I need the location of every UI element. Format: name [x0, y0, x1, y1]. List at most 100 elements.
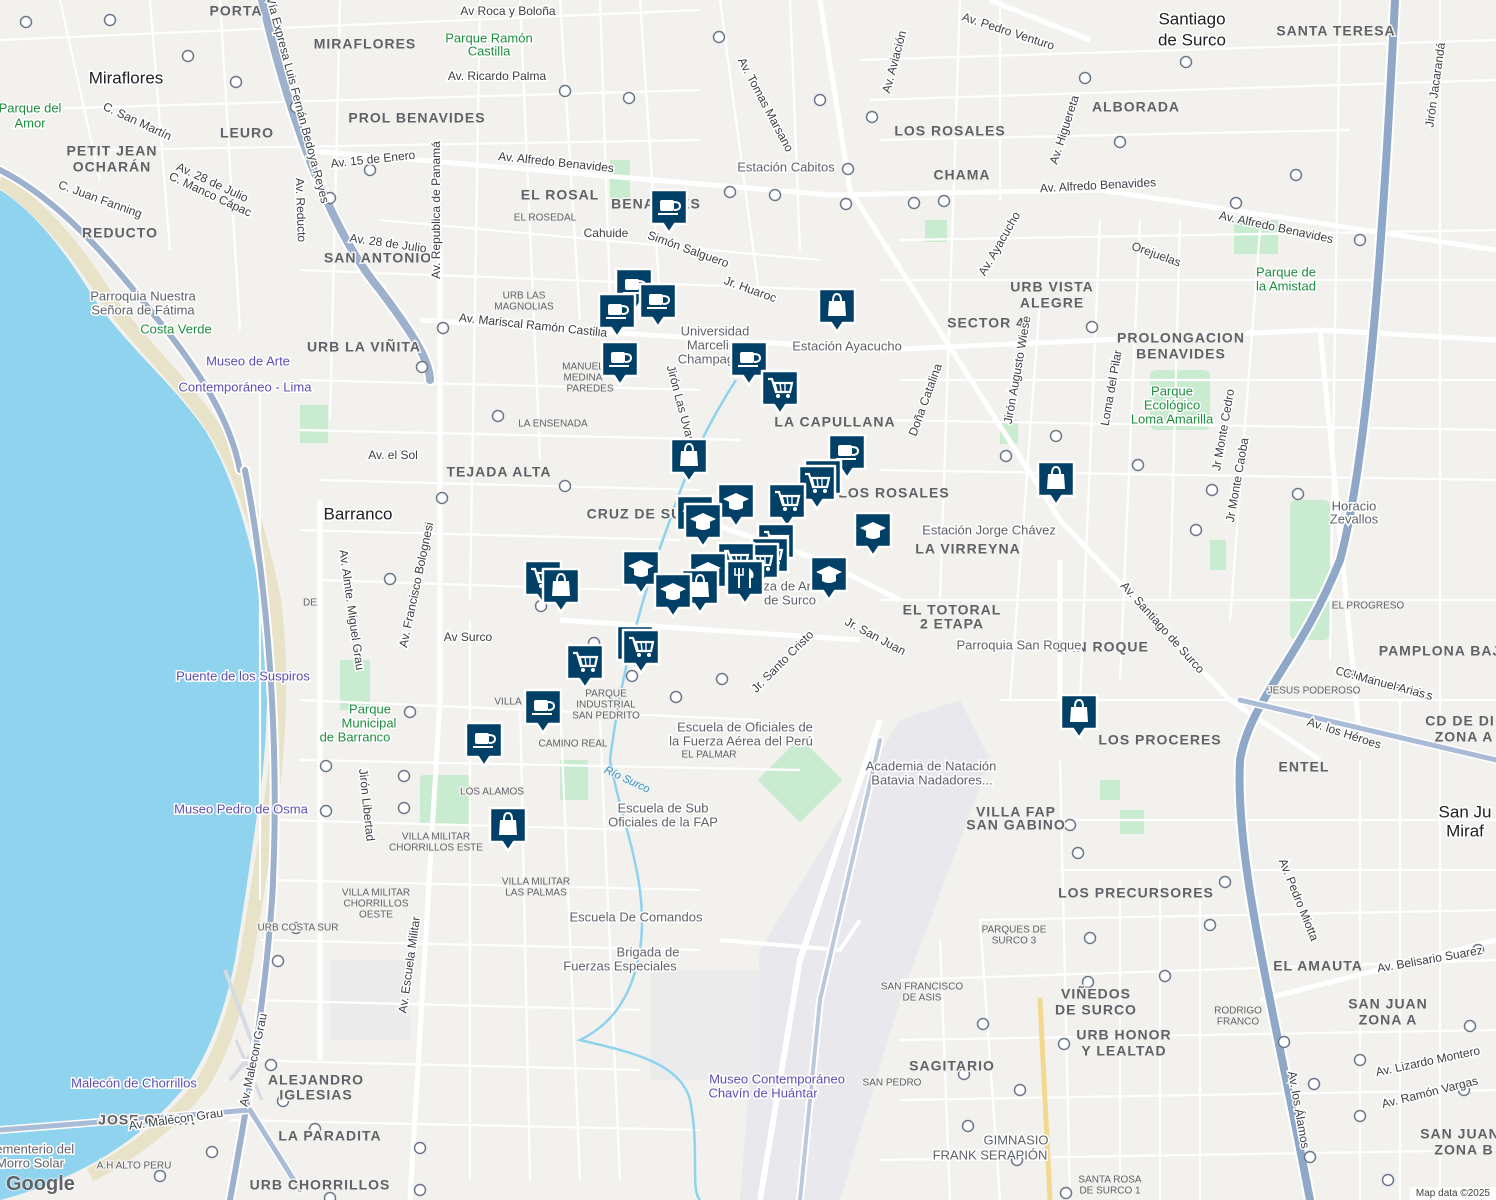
- area-label: URB COSTA SUR: [258, 923, 339, 934]
- poi-label: Estación Jorge Chávez: [922, 522, 1056, 537]
- bus-stop-icon: [413, 1141, 427, 1155]
- neighborhood-label: PORTA: [210, 3, 263, 19]
- neighborhood-label: ZONA B: [1434, 1142, 1493, 1158]
- bus-stop-icon: [271, 954, 285, 968]
- poi-label: Morro Solar: [0, 1155, 65, 1170]
- poi-label: Contemporáneo - Lima: [179, 379, 313, 394]
- poi-label: Museo de Arte: [206, 353, 290, 368]
- bus-stop-icon: [1063, 818, 1077, 832]
- neighborhood-label: PROL BENAVIDES: [348, 110, 485, 126]
- area-label: FRANCO: [1217, 1017, 1259, 1028]
- bus-stop-icon: [976, 1017, 990, 1031]
- bus-stop-icon: [937, 194, 951, 208]
- neighborhood-label: CD DE DI: [1425, 713, 1494, 729]
- bus-stop-icon: [1203, 918, 1217, 932]
- bus-stop-icon: [1085, 320, 1099, 334]
- area-label: LAS PALMAS: [505, 888, 567, 899]
- poi-label: FRANK SERAPIÓN: [933, 1147, 1048, 1162]
- neighborhood-label: LA PARADITA: [278, 1128, 381, 1144]
- area-label: VILLA: [494, 697, 522, 708]
- bus-stop-icon: [1013, 1083, 1027, 1097]
- bus-stop-icon: [1229, 196, 1243, 210]
- bus-stop-icon: [622, 91, 636, 105]
- street-label: Av. Ricardo Palma: [448, 69, 547, 83]
- area-label: VILLA MILITAR: [502, 877, 570, 888]
- map-canvas[interactable]: Miraflores Barranco Santiago de Surco San Ju…: [0, 0, 1496, 1200]
- bus-stop-icon: [1179, 55, 1193, 69]
- neighborhood-label: URB VISTA: [1010, 279, 1093, 295]
- area-label: EL PROGRESO: [1332, 601, 1405, 612]
- neighborhood-label: SANTA TERESA: [1276, 23, 1395, 39]
- area-label: PARQUE: [585, 689, 627, 700]
- bus-stop-icon: [323, 1191, 337, 1200]
- bus-stop-icon: [19, 15, 33, 29]
- area-label: SURCO 3: [992, 936, 1037, 947]
- area-label: JESUS PODEROSO: [1268, 686, 1361, 697]
- district-label: Miraflores: [89, 68, 164, 87]
- bus-stop-icon: [413, 1183, 427, 1197]
- area-label: RODRIGO: [1214, 1006, 1262, 1017]
- neighborhood-label: Y LEALTAD: [1081, 1043, 1166, 1059]
- neighborhood-label: URB LA VIÑITA: [307, 338, 421, 355]
- poi-label: Castilla: [468, 43, 511, 58]
- neighborhood-label: SAN JUAN: [1348, 996, 1428, 1012]
- poi-label: Universidad: [681, 323, 750, 338]
- bus-stop-icon: [436, 321, 450, 335]
- neighborhood-label: CHAMA: [933, 167, 990, 183]
- bus-stop-icon: [1307, 1077, 1321, 1091]
- neighborhood-label: ALEJANDRO: [268, 1072, 364, 1088]
- neighborhood-label: URB CHORRILLOS: [250, 1177, 391, 1193]
- poi-label: Batavia Nadadores...: [871, 772, 992, 787]
- poi-label: Ecológico: [1144, 397, 1200, 412]
- poi-label: Cementerio del: [0, 1141, 74, 1156]
- poi-label: Amor: [14, 115, 46, 130]
- district-label: Miraf: [1446, 821, 1484, 840]
- bus-stop-icon: [813, 93, 827, 107]
- bus-stop-icon: [1078, 71, 1092, 85]
- area-label: LOS ALAMOS: [460, 787, 524, 798]
- poi-label: Zevallos: [1330, 511, 1379, 526]
- neighborhood-label: IGLESIAS: [279, 1087, 352, 1103]
- area-label: A.H ALTO PERU: [97, 1161, 172, 1172]
- poi-label: Puente de los Suspiros: [176, 668, 310, 683]
- neighborhood-label: BENAVIDES: [1136, 346, 1226, 362]
- bus-stop-icon: [1381, 1173, 1395, 1187]
- bus-stop-icon: [712, 30, 726, 44]
- neighborhood-label: DE SURCO: [1055, 1002, 1137, 1018]
- bus-stop-icon: [1131, 458, 1145, 472]
- bus-stop-icon: [103, 13, 117, 27]
- bus-stop-icon: [558, 479, 572, 493]
- neighborhood-label: SAN JUAN: [1420, 1126, 1496, 1142]
- bus-stop-icon: [153, 1169, 167, 1183]
- bus-stop-icon: [319, 804, 333, 818]
- poi-label: Estación Ayacucho: [792, 338, 902, 353]
- poi-label: de Surco: [764, 592, 816, 607]
- neighborhood-label: PETIT JEAN: [67, 143, 158, 159]
- neighborhood-label: REDUCTO: [82, 225, 158, 241]
- area-label: SAN PEDRITO: [572, 711, 640, 722]
- neighborhood-label: ENTEL: [1279, 759, 1330, 775]
- poi-label: GIMNASIO: [983, 1132, 1048, 1147]
- area-label: CHORRILLOS: [343, 899, 408, 910]
- bus-stop-icon: [383, 572, 397, 586]
- poi-label: Malecón de Chorrillos: [71, 1075, 197, 1090]
- district-label: San Ju: [1439, 802, 1492, 821]
- street-label: Av Roca y Boloña: [460, 4, 555, 18]
- poi-label: Escuela de Oficiales de: [677, 719, 813, 734]
- area-label: PAREDES: [566, 384, 613, 395]
- bus-stop-icon: [1113, 135, 1127, 149]
- bus-stop-icon: [491, 409, 505, 423]
- poi-label: Parque: [1151, 383, 1193, 398]
- area-label: CAMINO REAL: [539, 739, 608, 750]
- area-label: EL PALMAR: [681, 750, 736, 761]
- neighborhood-label: LOS PROCERES: [1098, 732, 1221, 748]
- poi-label: Museo Contemporáneo: [709, 1071, 845, 1086]
- bus-stop-icon: [205, 1145, 219, 1159]
- bus-stop-icon: [1218, 875, 1232, 889]
- neighborhood-label: ALBORADA: [1092, 99, 1180, 115]
- area-label: VILLA MILITAR: [402, 832, 470, 843]
- neighborhood-label: MIRAFLORES: [314, 36, 417, 52]
- street-label: Av. el Sol: [368, 448, 418, 462]
- map-attribution[interactable]: Map data ©2025: [1409, 1187, 1496, 1200]
- area-label: URB LAS: [503, 291, 546, 302]
